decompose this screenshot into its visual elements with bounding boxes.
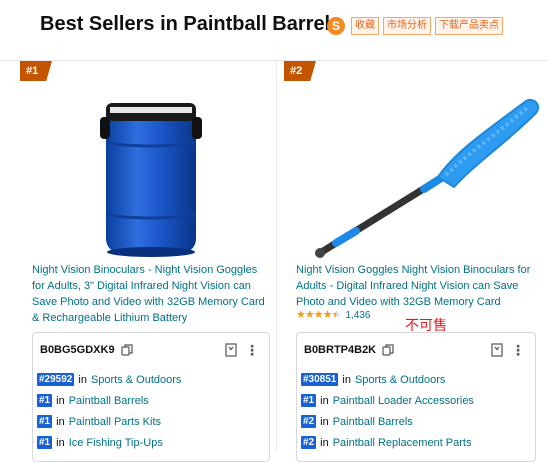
- star-full-icon: ★: [296, 309, 306, 321]
- category-rank-list: #29592 in Sports & Outdoors #1 in Paintb…: [37, 369, 181, 453]
- star-full-icon: ★: [322, 309, 333, 321]
- product-title-link[interactable]: Night Vision Goggles Night Vision Binocu…: [296, 262, 544, 310]
- category-rank-row: #1 in Paintball Barrels: [37, 390, 181, 411]
- product-title-link[interactable]: Night Vision Binoculars - Night Vision G…: [32, 262, 272, 326]
- category-rank-list: #30851 in Sports & Outdoors #1 in Paintb…: [301, 369, 474, 453]
- category-rank-row: #2 in Paintball Replacement Parts: [301, 432, 474, 453]
- category-rank-row: #1 in Paintball Loader Accessories: [301, 390, 474, 411]
- rank-badge: #1: [20, 61, 52, 81]
- category-rank-row: #30851 in Sports & Outdoors: [301, 369, 474, 390]
- copy-icon[interactable]: [120, 344, 133, 356]
- asin-text: B0BG5GDXK9: [40, 344, 115, 356]
- favorite-button[interactable]: 收藏: [351, 17, 379, 35]
- market-analysis-button[interactable]: 市场分析: [383, 17, 431, 35]
- rank-tag: #1: [37, 394, 53, 407]
- category-link[interactable]: Paintball Barrels: [69, 395, 149, 407]
- category-link[interactable]: Ice Fishing Tip-Ups: [69, 437, 163, 449]
- barrel-squeegee-image[interactable]: [296, 91, 546, 261]
- category-link[interactable]: Paintball Replacement Parts: [333, 437, 472, 449]
- blue-barrel-image[interactable]: [96, 95, 206, 259]
- category-rank-row: #2 in Paintball Barrels: [301, 411, 474, 432]
- rank-tag: #29592: [37, 373, 75, 386]
- rank-in-text: in: [320, 415, 329, 428]
- rank-in-text: in: [56, 394, 65, 407]
- bookmark-icon[interactable]: [491, 343, 503, 357]
- product-card-2: #2 Night Vision Goggles Night Vision Bin…: [284, 61, 548, 462]
- rank-tag: #1: [37, 415, 53, 428]
- rank-tag: #30851: [301, 373, 339, 386]
- asin-text: B0BRTP4B2K: [304, 344, 377, 356]
- rank-in-text: in: [320, 436, 329, 449]
- rank-in-text: in: [78, 373, 87, 386]
- rank-tag: #1: [37, 436, 53, 449]
- rating-row[interactable]: ★ ★ ★ ★ ★ 1,436: [296, 309, 370, 321]
- rank-in-text: in: [342, 373, 351, 386]
- rank-tag: #2: [301, 436, 317, 449]
- category-link[interactable]: Sports & Outdoors: [355, 374, 446, 386]
- more-options-icon[interactable]: ⋮: [511, 341, 525, 359]
- category-rank-row: #29592 in Sports & Outdoors: [37, 369, 181, 390]
- product-info-box: B0BRTP4B2K ⋮ #30851 in Sports & Outdoors…: [296, 332, 536, 462]
- extension-logo-icon[interactable]: S: [327, 17, 345, 35]
- extension-toolbar: S 收藏 市场分析 下载产品卖点: [327, 15, 507, 37]
- star-full-icon: ★: [313, 309, 324, 321]
- category-link[interactable]: Paintball Parts Kits: [69, 416, 161, 428]
- rating-count[interactable]: 1,436: [345, 310, 370, 321]
- rank-badge: #2: [284, 61, 316, 81]
- rank-in-text: in: [320, 394, 329, 407]
- product-info-box: B0BG5GDXK9 ⋮ #29592 in Sports & Outdoors…: [32, 332, 270, 462]
- star-full-icon: ★: [304, 309, 315, 321]
- page-header: Best Sellers in Paintball Barrels S 收藏 市…: [0, 0, 548, 61]
- asin-row: B0BG5GDXK9 ⋮: [40, 341, 263, 359]
- bookmark-icon[interactable]: [225, 343, 237, 357]
- copy-icon[interactable]: [382, 344, 394, 356]
- category-link[interactable]: Sports & Outdoors: [91, 374, 182, 386]
- rank-tag: #2: [301, 415, 317, 428]
- category-rank-row: #1 in Ice Fishing Tip-Ups: [37, 432, 181, 453]
- rank-tag: #1: [301, 394, 317, 407]
- category-link[interactable]: Paintball Loader Accessories: [333, 395, 474, 407]
- download-selling-points-button[interactable]: 下载产品卖点: [435, 17, 503, 35]
- rank-in-text: in: [56, 415, 65, 428]
- product-card-1: #1 Night Vision Binoculars - Night Visio…: [20, 61, 277, 462]
- rank-in-text: in: [56, 436, 65, 449]
- star-half-icon: ★: [331, 309, 342, 321]
- asin-row: B0BRTP4B2K ⋮: [304, 341, 529, 359]
- category-rank-row: #1 in Paintball Parts Kits: [37, 411, 181, 432]
- page-title: Best Sellers in Paintball Barrels: [40, 13, 342, 35]
- more-options-icon[interactable]: ⋮: [245, 341, 259, 359]
- category-link[interactable]: Paintball Barrels: [333, 416, 413, 428]
